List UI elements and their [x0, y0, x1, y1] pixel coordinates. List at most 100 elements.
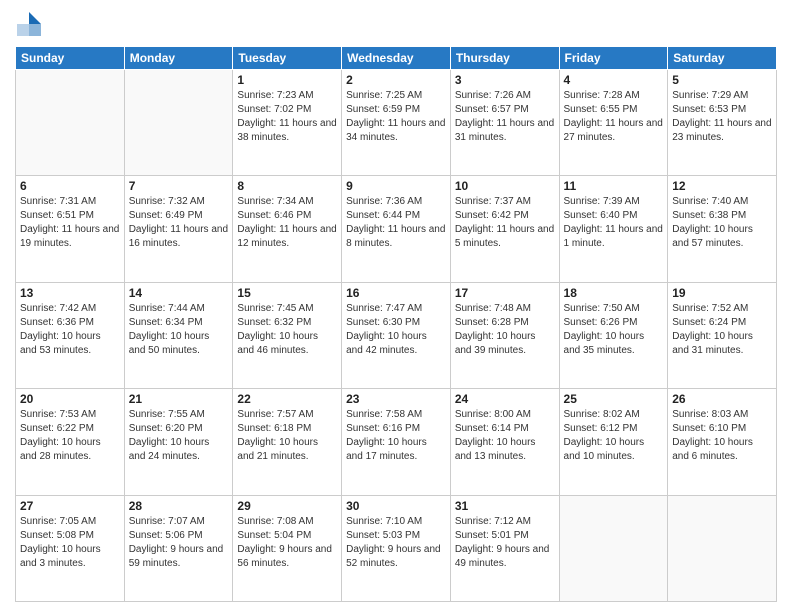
calendar-header-row: SundayMondayTuesdayWednesdayThursdayFrid…	[16, 47, 777, 70]
calendar-header-thursday: Thursday	[450, 47, 559, 70]
calendar-week-2: 6 Sunrise: 7:31 AM Sunset: 6:51 PM Daylig…	[16, 176, 777, 282]
day-number: 8	[237, 179, 337, 193]
day-details: Sunrise: 7:37 AM Sunset: 6:42 PM Dayligh…	[455, 195, 555, 251]
day-details: Sunrise: 7:50 AM Sunset: 6:26 PM Dayligh…	[564, 302, 664, 358]
calendar-cell: 19Sunrise: 7:52 AM Sunset: 6:24 PM Dayli…	[668, 282, 777, 388]
day-details: Sunrise: 7:29 AM Sunset: 6:53 PM Dayligh…	[672, 89, 772, 145]
calendar-cell: 10 Sunrise: 7:37 AM Sunset: 6:42 PM Dayli…	[450, 176, 559, 282]
calendar-cell: 4 Sunrise: 7:28 AM Sunset: 6:55 PM Daylig…	[559, 70, 668, 176]
calendar-cell	[668, 495, 777, 601]
day-details: Sunrise: 7:05 AM Sunset: 5:08 PM Dayligh…	[20, 515, 120, 571]
day-details: Sunrise: 7:32 AM Sunset: 6:49 PM Dayligh…	[129, 195, 229, 251]
calendar-cell: 26Sunrise: 8:03 AM Sunset: 6:10 PM Dayli…	[668, 389, 777, 495]
day-details: Sunrise: 7:55 AM Sunset: 6:20 PM Dayligh…	[129, 408, 229, 464]
calendar-header-saturday: Saturday	[668, 47, 777, 70]
day-number: 3	[455, 73, 555, 87]
day-number: 4	[564, 73, 664, 87]
calendar-week-4: 20Sunrise: 7:53 AM Sunset: 6:22 PM Dayli…	[16, 389, 777, 495]
page: SundayMondayTuesdayWednesdayThursdayFrid…	[0, 0, 792, 612]
day-details: Sunrise: 7:07 AM Sunset: 5:06 PM Dayligh…	[129, 515, 229, 571]
calendar-cell: 21 Sunrise: 7:55 AM Sunset: 6:20 PM Dayli…	[124, 389, 233, 495]
calendar-cell: 3 Sunrise: 7:26 AM Sunset: 6:57 PM Daylig…	[450, 70, 559, 176]
day-details: Sunrise: 7:44 AM Sunset: 6:34 PM Dayligh…	[129, 302, 229, 358]
calendar-header-sunday: Sunday	[16, 47, 125, 70]
day-number: 25	[564, 392, 664, 406]
calendar-cell: 28 Sunrise: 7:07 AM Sunset: 5:06 PM Dayli…	[124, 495, 233, 601]
day-number: 31	[455, 499, 555, 513]
day-number: 15	[237, 286, 337, 300]
day-details: Sunrise: 7:12 AM Sunset: 5:01 PM Dayligh…	[455, 515, 555, 571]
day-details: Sunrise: 7:31 AM Sunset: 6:51 PM Dayligh…	[20, 195, 120, 251]
day-number: 14	[129, 286, 229, 300]
calendar-cell: 18 Sunrise: 7:50 AM Sunset: 6:26 PM Dayli…	[559, 282, 668, 388]
day-details: Sunrise: 7:36 AM Sunset: 6:44 PM Dayligh…	[346, 195, 446, 251]
day-number: 2	[346, 73, 446, 87]
day-details: Sunrise: 7:45 AM Sunset: 6:32 PM Dayligh…	[237, 302, 337, 358]
calendar-cell: 11 Sunrise: 7:39 AM Sunset: 6:40 PM Dayli…	[559, 176, 668, 282]
calendar-cell: 2 Sunrise: 7:25 AM Sunset: 6:59 PM Daylig…	[342, 70, 451, 176]
calendar-cell: 7 Sunrise: 7:32 AM Sunset: 6:49 PM Daylig…	[124, 176, 233, 282]
day-number: 23	[346, 392, 446, 406]
day-details: Sunrise: 7:25 AM Sunset: 6:59 PM Dayligh…	[346, 89, 446, 145]
calendar-cell: 1 Sunrise: 7:23 AM Sunset: 7:02 PM Daylig…	[233, 70, 342, 176]
day-number: 1	[237, 73, 337, 87]
calendar-cell: 25 Sunrise: 8:02 AM Sunset: 6:12 PM Dayli…	[559, 389, 668, 495]
day-number: 20	[20, 392, 120, 406]
calendar-cell: 31 Sunrise: 7:12 AM Sunset: 5:01 PM Dayli…	[450, 495, 559, 601]
day-number: 12	[672, 179, 772, 193]
day-details: Sunrise: 7:26 AM Sunset: 6:57 PM Dayligh…	[455, 89, 555, 145]
day-number: 10	[455, 179, 555, 193]
day-details: Sunrise: 7:28 AM Sunset: 6:55 PM Dayligh…	[564, 89, 664, 145]
day-number: 13	[20, 286, 120, 300]
day-number: 16	[346, 286, 446, 300]
day-details: Sunrise: 7:23 AM Sunset: 7:02 PM Dayligh…	[237, 89, 337, 145]
day-details: Sunrise: 7:42 AM Sunset: 6:36 PM Dayligh…	[20, 302, 120, 358]
day-details: Sunrise: 7:48 AM Sunset: 6:28 PM Dayligh…	[455, 302, 555, 358]
day-details: Sunrise: 8:02 AM Sunset: 6:12 PM Dayligh…	[564, 408, 664, 464]
day-details: Sunrise: 7:58 AM Sunset: 6:16 PM Dayligh…	[346, 408, 446, 464]
calendar-cell	[16, 70, 125, 176]
logo-icon	[15, 10, 43, 38]
calendar-cell: 16 Sunrise: 7:47 AM Sunset: 6:30 PM Dayli…	[342, 282, 451, 388]
day-details: Sunrise: 7:34 AM Sunset: 6:46 PM Dayligh…	[237, 195, 337, 251]
calendar-cell	[559, 495, 668, 601]
day-number: 27	[20, 499, 120, 513]
day-number: 11	[564, 179, 664, 193]
calendar-week-5: 27 Sunrise: 7:05 AM Sunset: 5:08 PM Dayli…	[16, 495, 777, 601]
calendar-cell: 27 Sunrise: 7:05 AM Sunset: 5:08 PM Dayli…	[16, 495, 125, 601]
day-number: 7	[129, 179, 229, 193]
day-number: 9	[346, 179, 446, 193]
day-number: 21	[129, 392, 229, 406]
calendar-cell: 30 Sunrise: 7:10 AM Sunset: 5:03 PM Dayli…	[342, 495, 451, 601]
logo	[15, 10, 47, 38]
day-details: Sunrise: 7:47 AM Sunset: 6:30 PM Dayligh…	[346, 302, 446, 358]
calendar-cell: 12 Sunrise: 7:40 AM Sunset: 6:38 PM Dayli…	[668, 176, 777, 282]
calendar-cell	[124, 70, 233, 176]
calendar-cell: 9 Sunrise: 7:36 AM Sunset: 6:44 PM Daylig…	[342, 176, 451, 282]
day-details: Sunrise: 7:08 AM Sunset: 5:04 PM Dayligh…	[237, 515, 337, 571]
day-details: Sunrise: 7:10 AM Sunset: 5:03 PM Dayligh…	[346, 515, 446, 571]
calendar-cell: 5Sunrise: 7:29 AM Sunset: 6:53 PM Daylig…	[668, 70, 777, 176]
calendar-cell: 29 Sunrise: 7:08 AM Sunset: 5:04 PM Dayli…	[233, 495, 342, 601]
calendar-header-tuesday: Tuesday	[233, 47, 342, 70]
day-number: 6	[20, 179, 120, 193]
calendar-header-friday: Friday	[559, 47, 668, 70]
calendar-cell: 6 Sunrise: 7:31 AM Sunset: 6:51 PM Daylig…	[16, 176, 125, 282]
day-number: 29	[237, 499, 337, 513]
day-number: 17	[455, 286, 555, 300]
calendar-week-3: 13 Sunrise: 7:42 AM Sunset: 6:36 PM Dayli…	[16, 282, 777, 388]
header	[15, 10, 777, 38]
calendar-header-monday: Monday	[124, 47, 233, 70]
day-details: Sunrise: 7:52 AM Sunset: 6:24 PM Dayligh…	[672, 302, 772, 358]
calendar-cell: 8 Sunrise: 7:34 AM Sunset: 6:46 PM Daylig…	[233, 176, 342, 282]
day-number: 30	[346, 499, 446, 513]
calendar-week-1: 1 Sunrise: 7:23 AM Sunset: 7:02 PM Daylig…	[16, 70, 777, 176]
day-number: 28	[129, 499, 229, 513]
calendar-cell: 23 Sunrise: 7:58 AM Sunset: 6:16 PM Dayli…	[342, 389, 451, 495]
day-details: Sunrise: 7:39 AM Sunset: 6:40 PM Dayligh…	[564, 195, 664, 251]
calendar-header-wednesday: Wednesday	[342, 47, 451, 70]
calendar-cell: 24Sunrise: 8:00 AM Sunset: 6:14 PM Dayli…	[450, 389, 559, 495]
day-details: Sunrise: 7:40 AM Sunset: 6:38 PM Dayligh…	[672, 195, 772, 251]
day-number: 18	[564, 286, 664, 300]
day-details: Sunrise: 8:03 AM Sunset: 6:10 PM Dayligh…	[672, 408, 772, 464]
